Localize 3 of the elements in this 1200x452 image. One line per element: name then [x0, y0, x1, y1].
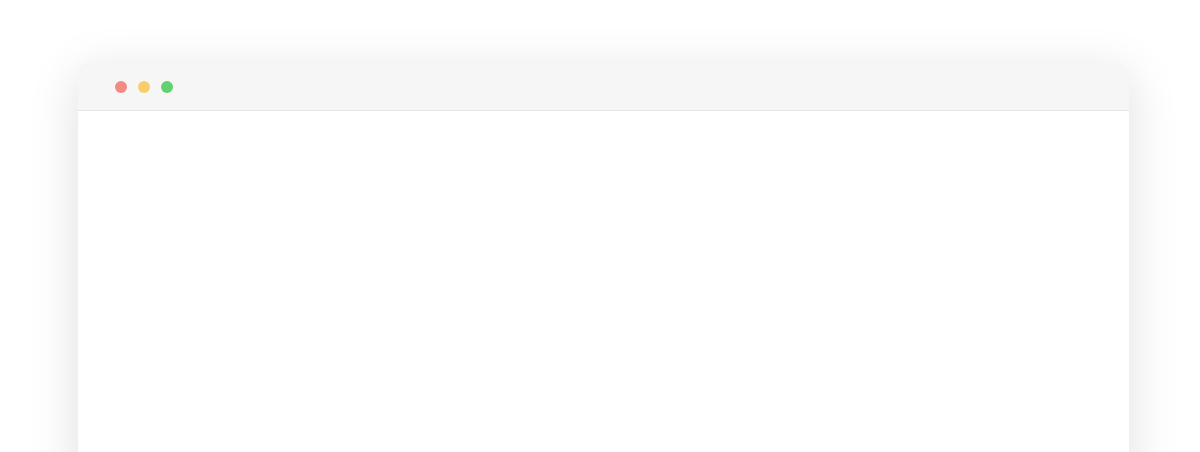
minimize-button[interactable] [138, 80, 150, 93]
close-button[interactable] [115, 80, 127, 93]
zoom-button[interactable] [161, 80, 173, 93]
